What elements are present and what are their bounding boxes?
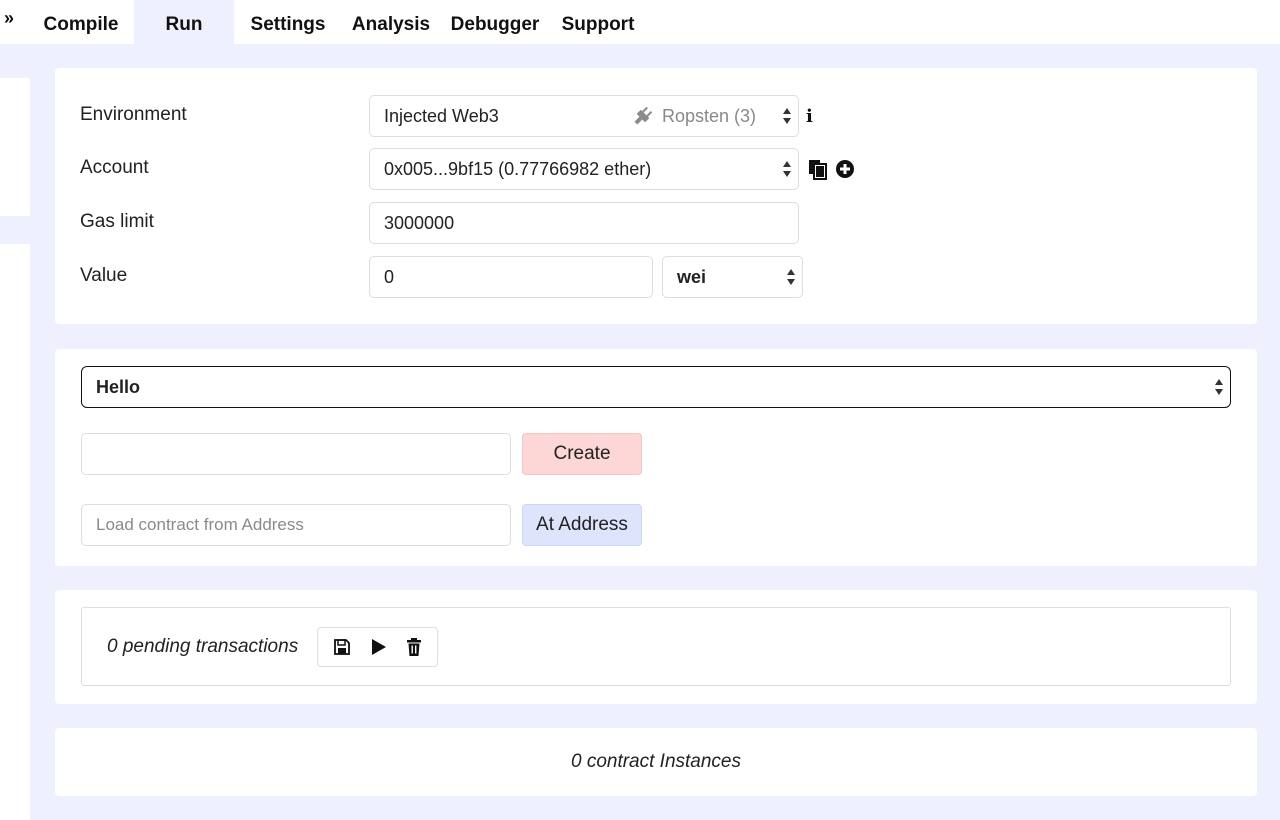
- info-icon[interactable]: i: [806, 106, 818, 127]
- contract-selected: Hello: [96, 376, 141, 397]
- network-indicator: Ropsten (3): [632, 96, 756, 136]
- tab-settings[interactable]: Settings: [242, 0, 334, 44]
- create-button[interactable]: Create: [522, 433, 642, 475]
- gas-limit-input[interactable]: 3000000: [369, 202, 799, 244]
- settings-card: Environment Injected Web3 Ropsten (3) i …: [55, 68, 1257, 324]
- pending-transactions-text: 0 pending transactions: [107, 635, 299, 657]
- gas-limit-label: Gas limit: [80, 211, 154, 232]
- at-address-button[interactable]: At Address: [522, 504, 642, 546]
- save-icon[interactable]: [332, 637, 352, 657]
- account-value: 0x005...9bf15 (0.77766982 ether): [384, 158, 652, 179]
- value-unit-select[interactable]: wei: [662, 256, 803, 298]
- tab-support[interactable]: Support: [553, 0, 643, 44]
- value-label: Value: [80, 265, 128, 286]
- pending-actions: [317, 627, 438, 667]
- environment-label: Environment: [80, 104, 187, 125]
- select-arrows-icon: [783, 161, 791, 177]
- select-arrows-icon: [1215, 379, 1223, 395]
- network-value: Ropsten (3): [662, 105, 757, 126]
- pending-card: 0 pending transactions: [55, 590, 1257, 704]
- value-unit: wei: [677, 266, 707, 287]
- left-panel-edge: [0, 44, 30, 820]
- account-select[interactable]: 0x005...9bf15 (0.77766982 ether): [369, 148, 799, 190]
- copy-icon[interactable]: [807, 158, 829, 180]
- instances-card: 0 contract Instances: [55, 728, 1257, 796]
- plus-circle-icon[interactable]: [835, 159, 855, 179]
- account-label: Account: [80, 157, 149, 178]
- contract-card: Hello Create Load contract from Address …: [55, 349, 1257, 566]
- select-arrows-icon: [787, 269, 795, 285]
- select-arrows-icon: [783, 108, 791, 124]
- contract-instances-text: 0 contract Instances: [570, 751, 742, 772]
- chevron-double-right-icon[interactable]: »: [4, 8, 20, 28]
- address-placeholder: Load contract from Address: [96, 515, 304, 534]
- environment-value: Injected Web3: [384, 105, 499, 126]
- gas-limit-value: 3000000: [384, 212, 455, 233]
- value-amount: 0: [384, 266, 395, 287]
- plug-icon: [634, 106, 653, 125]
- play-icon[interactable]: [368, 637, 388, 657]
- trash-icon[interactable]: [405, 637, 423, 657]
- address-input[interactable]: Load contract from Address: [81, 504, 511, 546]
- contract-select[interactable]: Hello: [81, 366, 1231, 408]
- tab-debugger[interactable]: Debugger: [443, 0, 547, 44]
- pending-box: 0 pending transactions: [81, 607, 1231, 686]
- constructor-args-input[interactable]: [81, 433, 511, 475]
- top-tab-bar: » Compile Run Settings Analysis Debugger…: [0, 0, 1280, 44]
- tab-compile[interactable]: Compile: [34, 0, 128, 44]
- value-input[interactable]: 0: [369, 256, 653, 298]
- tab-run[interactable]: Run: [134, 0, 234, 44]
- tab-analysis[interactable]: Analysis: [346, 0, 436, 44]
- environment-select[interactable]: Injected Web3 Ropsten (3): [369, 95, 799, 137]
